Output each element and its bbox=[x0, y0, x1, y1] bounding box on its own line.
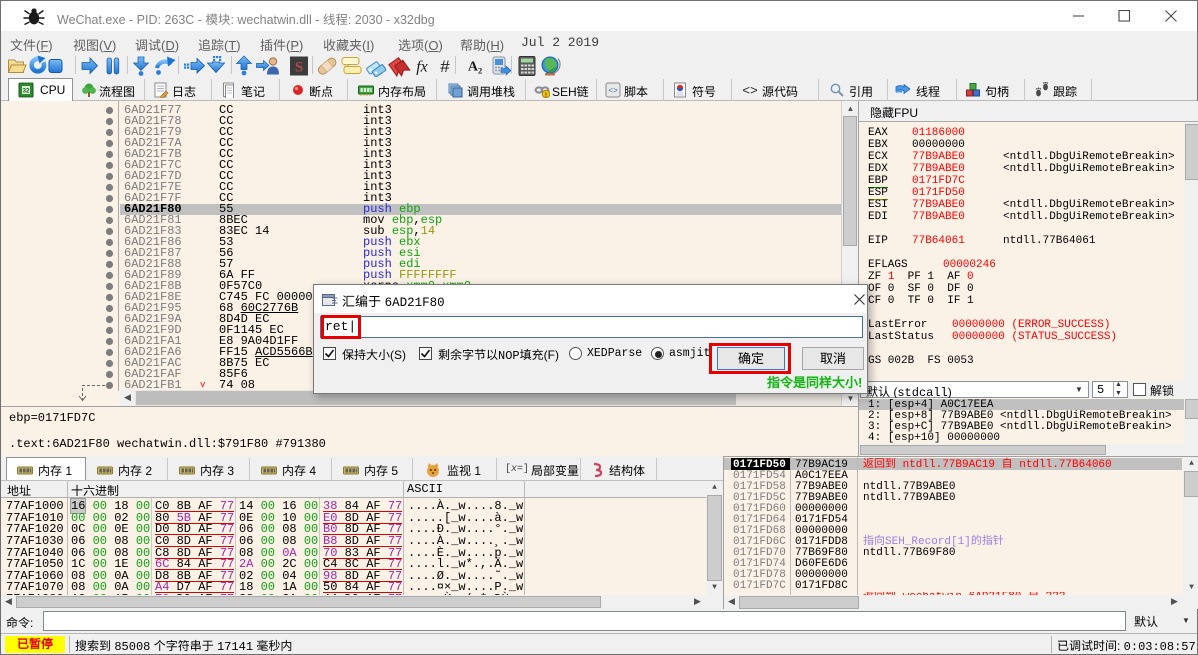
svg-text:S: S bbox=[295, 60, 303, 76]
svg-text:#: # bbox=[440, 57, 450, 76]
svg-text:A₂: A₂ bbox=[468, 60, 482, 75]
svg-text:<>: <> bbox=[742, 84, 758, 99]
svg-text:<>: <> bbox=[608, 87, 618, 96]
svg-text:fx: fx bbox=[416, 59, 428, 76]
svg-text:32: 32 bbox=[23, 89, 30, 95]
svg-text:!: ! bbox=[545, 92, 547, 98]
